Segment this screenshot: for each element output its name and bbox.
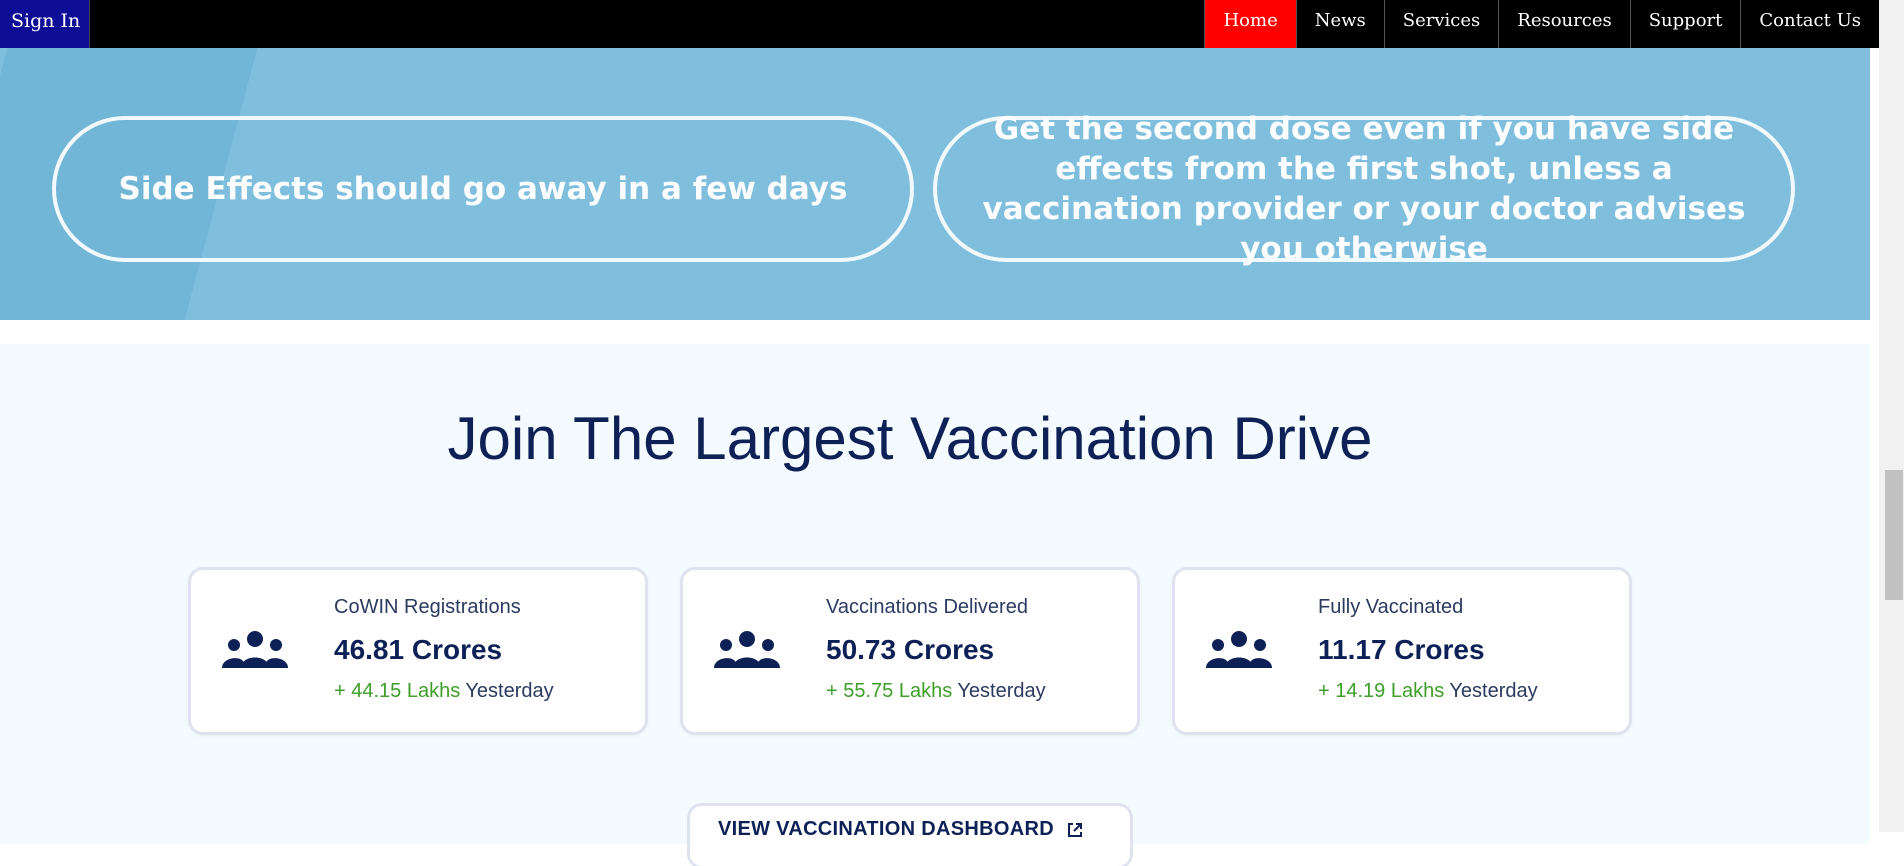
nav-item-contact-us[interactable]: Contact Us — [1740, 0, 1879, 48]
stat-delta: + 44.15 Lakhs — [334, 680, 461, 702]
external-link-icon — [1067, 822, 1082, 837]
stat-value: 50.73 Crores — [826, 634, 995, 665]
page-scrollbar[interactable] — [1879, 0, 1904, 832]
people-group-icon — [1206, 631, 1272, 668]
vaccination-drive-section: Join The Largest Vaccination Drive CoWIN… — [0, 344, 1870, 866]
stat-card-fully-vaccinated: Fully Vaccinated 11.17 Crores + 14.19 La… — [1175, 570, 1629, 732]
stat-delta: + 55.75 Lakhs — [826, 680, 953, 702]
view-vaccination-dashboard-button[interactable]: VIEW VACCINATION DASHBOARD — [690, 806, 1130, 866]
stat-change: + 44.15 Lakhs Yesterday — [334, 680, 554, 703]
nav-item-services[interactable]: Services — [1383, 0, 1498, 48]
side-effects-banner: Side Effects should go away in a few day… — [0, 48, 1870, 320]
nav-menu: Home News Services Resources Support Con… — [1204, 0, 1879, 48]
nav-item-news[interactable]: News — [1295, 0, 1384, 48]
stat-delta-suffix: Yesterday — [1449, 680, 1538, 702]
people-group-icon — [222, 631, 288, 668]
sign-in-button[interactable]: Sign In — [0, 0, 90, 48]
section-heading: Join The Largest Vaccination Drive — [447, 405, 1373, 472]
nav-item-home[interactable]: Home — [1204, 0, 1296, 48]
stat-delta-suffix: Yesterday — [465, 680, 554, 702]
dashboard-button-label: VIEW VACCINATION DASHBOARD — [718, 818, 1054, 840]
people-group-icon — [714, 631, 780, 668]
stat-change: + 14.19 Lakhs Yesterday — [1318, 680, 1538, 703]
stat-value: 11.17 Crores — [1318, 634, 1485, 665]
stat-label: Vaccinations Delivered — [826, 596, 1028, 618]
scrollbar-thumb[interactable] — [1885, 470, 1903, 600]
banner-message-side-effects: Side Effects should go away in a few day… — [52, 116, 914, 262]
stat-card-registrations: CoWIN Registrations 46.81 Crores + 44.15… — [191, 570, 645, 732]
stat-delta-suffix: Yesterday — [957, 680, 1046, 702]
stat-label: Fully Vaccinated — [1318, 596, 1464, 618]
nav-item-resources[interactable]: Resources — [1498, 0, 1629, 48]
stat-label: CoWIN Registrations — [334, 596, 521, 618]
nav-item-support[interactable]: Support — [1629, 0, 1741, 48]
stat-value: 46.81 Crores — [334, 634, 503, 665]
stat-change: + 55.75 Lakhs Yesterday — [826, 680, 1046, 703]
top-navbar: Sign In Home News Services Resources Sup… — [0, 0, 1879, 48]
banner-message-second-dose: Get the second dose even if you have sid… — [933, 111, 1795, 267]
stat-card-vaccinations-delivered: Vaccinations Delivered 50.73 Crores + 55… — [683, 570, 1137, 732]
stat-delta: + 14.19 Lakhs — [1318, 680, 1445, 702]
